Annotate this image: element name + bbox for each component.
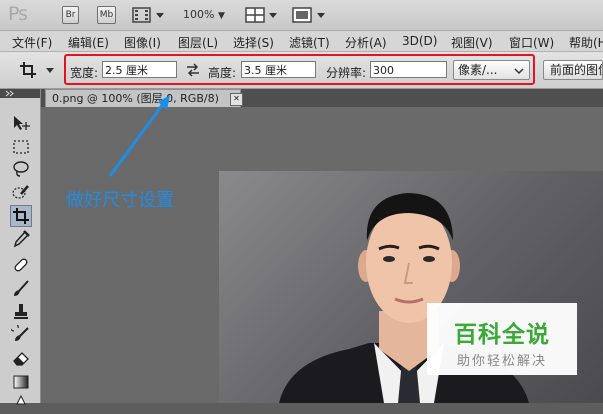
- zoom-level-value: 100%: [183, 8, 215, 21]
- application-bar: Ps Br Mb 100% ▼: [0, 0, 603, 31]
- move-arrow-icon: [14, 116, 30, 130]
- eraser-tool[interactable]: [11, 348, 31, 368]
- close-tab-icon[interactable]: ✕: [230, 93, 243, 106]
- crop-icon: [13, 208, 29, 224]
- watermark-logo: 百科全说 助你轻松解决: [427, 303, 577, 375]
- lasso-tool[interactable]: [11, 159, 31, 179]
- photoshop-logo: Ps: [8, 3, 28, 25]
- healing-brush-tool[interactable]: [11, 255, 31, 275]
- menu-select[interactable]: 选择(S): [233, 34, 274, 51]
- launch-bridge-button[interactable]: Br: [62, 6, 79, 24]
- clone-stamp-tool[interactable]: [11, 302, 31, 322]
- screen-mode-button[interactable]: [291, 6, 327, 27]
- eraser-icon: [13, 352, 29, 366]
- lasso-icon: [13, 161, 29, 177]
- crop-icon: [20, 62, 54, 78]
- watermark-title: 百科全说: [454, 322, 550, 348]
- tools-panel-header[interactable]: [0, 89, 40, 98]
- eyedropper-icon: [13, 230, 30, 248]
- menu-help[interactable]: 帮助(H): [569, 34, 603, 51]
- move-tool[interactable]: [11, 113, 31, 133]
- menu-file[interactable]: 文件(F): [12, 34, 52, 51]
- options-highlight-box: [64, 54, 535, 85]
- menu-image[interactable]: 图像(I): [124, 34, 161, 51]
- menu-edit[interactable]: 编辑(E): [68, 34, 109, 51]
- watermark-subtitle: 助你轻松解决: [456, 354, 547, 369]
- arrange-documents-button[interactable]: [245, 6, 279, 27]
- document-tab-label: 0.png @ 100% (图层 0, RGB/8): [52, 92, 219, 105]
- menu-analysis[interactable]: 分析(A): [345, 34, 387, 51]
- menu-view[interactable]: 视图(V): [451, 34, 493, 51]
- gradient-icon: [13, 375, 29, 389]
- annotation-text: 做好尺寸设置: [66, 190, 174, 211]
- brush-tool[interactable]: [11, 279, 31, 299]
- stamp-icon: [14, 304, 28, 319]
- menu-3d[interactable]: 3D(D): [402, 34, 437, 48]
- menu-bar: 文件(F) 编辑(E) 图像(I) 图层(L) 选择(S) 滤镜(T) 分析(A…: [0, 31, 603, 52]
- launch-mini-bridge-button[interactable]: Mb: [97, 6, 116, 24]
- history-brush-icon: [9, 322, 29, 341]
- view-extras-button[interactable]: [132, 6, 166, 27]
- eyedropper-tool[interactable]: [11, 229, 31, 249]
- arrange-grid-icon: [245, 7, 277, 23]
- history-brush-tool[interactable]: [9, 322, 31, 345]
- blur-tool[interactable]: [11, 394, 31, 414]
- film-strip-icon: [132, 7, 164, 23]
- zoom-level-dropdown[interactable]: 100% ▼: [183, 8, 225, 21]
- tool-preset-picker[interactable]: [18, 60, 58, 83]
- tools-panel: [0, 89, 41, 405]
- brush-selection-icon: [12, 185, 29, 199]
- droplet-icon: [16, 394, 26, 405]
- screen-mode-icon: [292, 7, 325, 23]
- chevron-down-icon: ▼: [217, 11, 225, 21]
- quick-selection-tool[interactable]: [11, 182, 31, 202]
- marquee-tool[interactable]: [11, 137, 31, 157]
- bandage-icon: [14, 258, 28, 272]
- front-image-button[interactable]: 前面的图像: [543, 60, 603, 80]
- crop-tool[interactable]: [10, 205, 32, 227]
- menu-layer[interactable]: 图层(L): [178, 34, 218, 51]
- paint-brush-icon: [14, 280, 29, 296]
- document-tab[interactable]: 0.png @ 100% (图层 0, RGB/8) ✕: [45, 89, 243, 107]
- document-tab-strip: 0.png @ 100% (图层 0, RGB/8) ✕: [41, 89, 603, 107]
- marquee-icon: [13, 140, 29, 154]
- menu-window[interactable]: 窗口(W): [509, 34, 554, 51]
- collapse-chevrons-icon: [5, 90, 14, 97]
- gradient-tool[interactable]: [11, 372, 31, 392]
- menu-filter[interactable]: 滤镜(T): [289, 34, 330, 51]
